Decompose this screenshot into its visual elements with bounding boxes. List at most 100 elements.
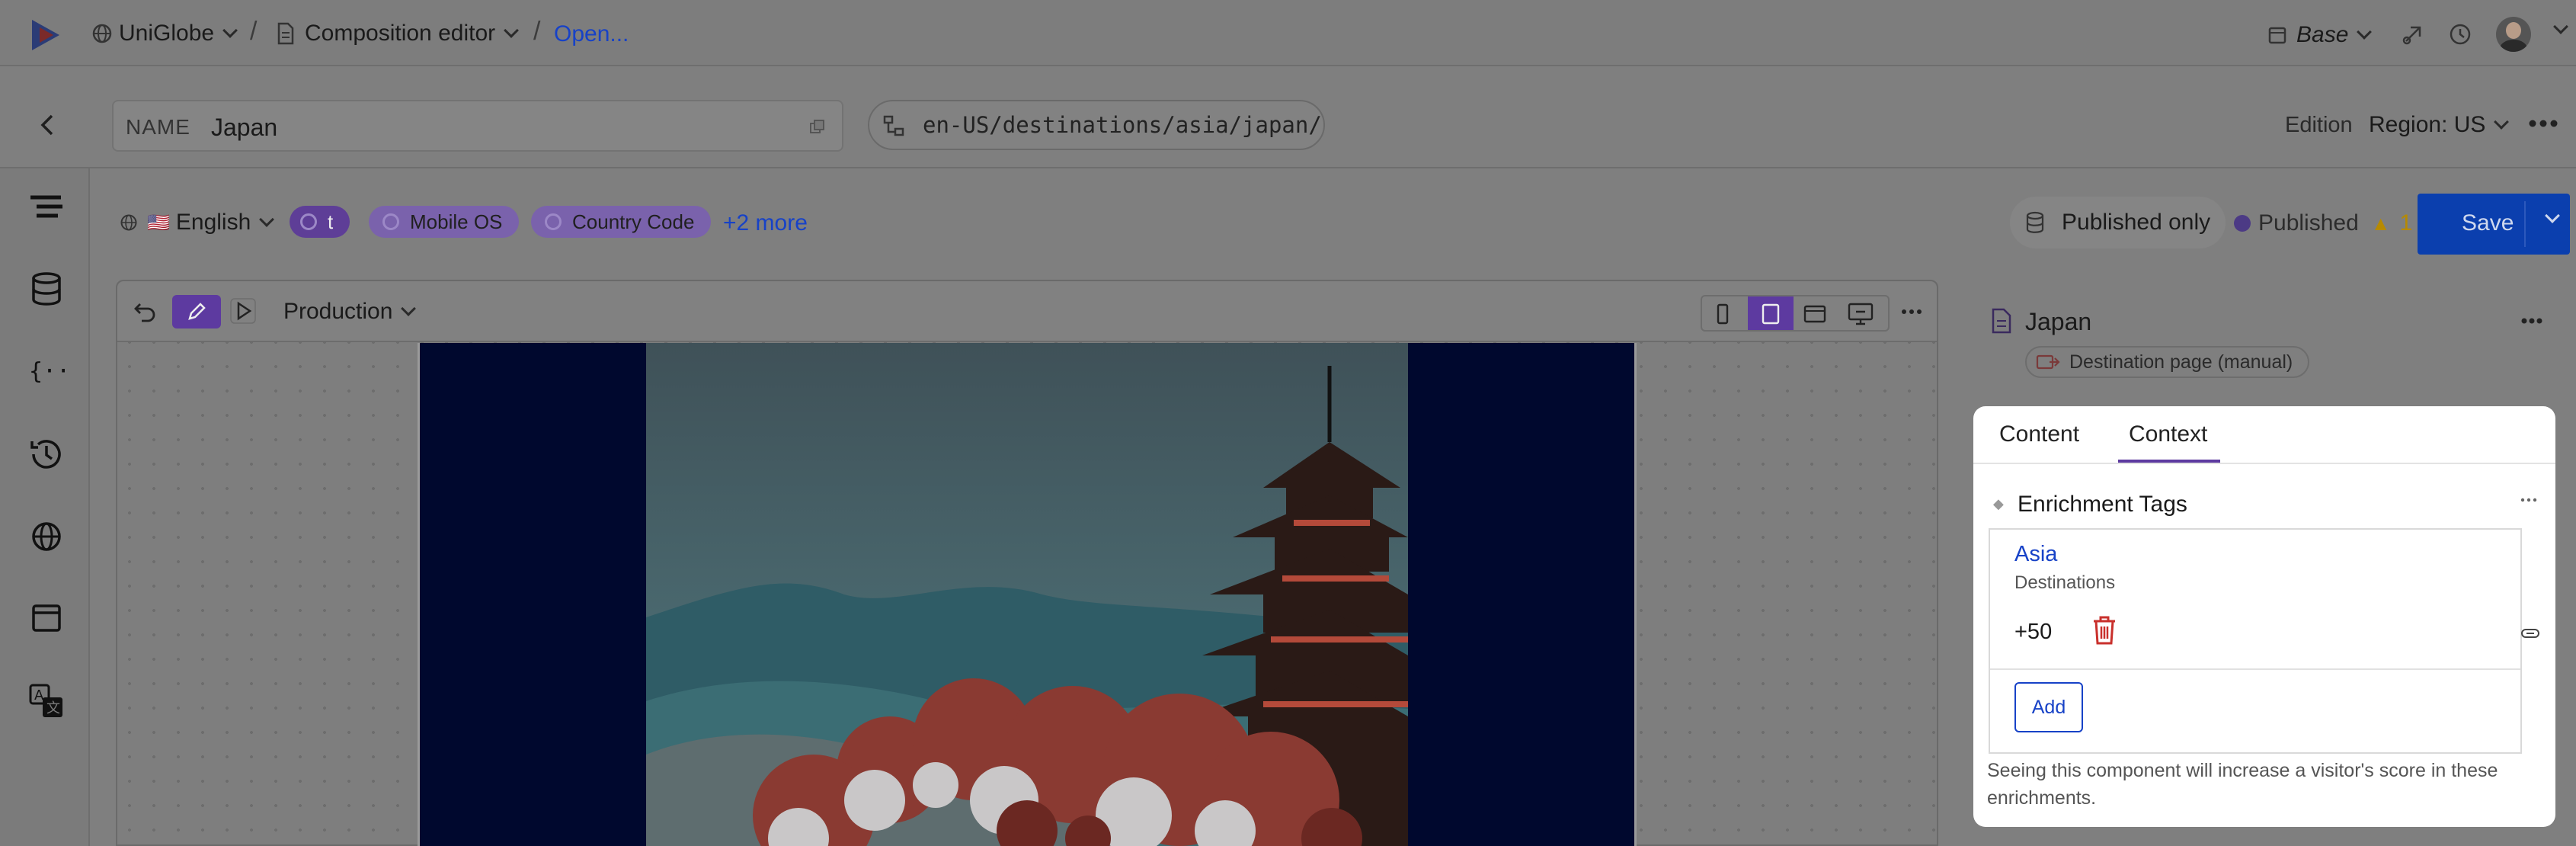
language-select[interactable]: 🇺🇸 English (120, 207, 275, 238)
region-value: Region: US (2369, 112, 2486, 137)
path-field[interactable]: en-US/destinations/asia/japan/ (868, 100, 1325, 150)
top-bar: UniGlobe / Composition editor / Open... … (0, 0, 2576, 66)
logo-icon[interactable] (27, 17, 64, 53)
save-button-group: Save (2418, 194, 2570, 255)
divider (1990, 668, 2520, 670)
page-type-badge: Destination page (manual) (2025, 346, 2310, 378)
trash-icon[interactable] (2089, 614, 2120, 647)
pill-label: t (328, 210, 334, 233)
history-icon[interactable] (2447, 21, 2473, 47)
more-pills-link[interactable]: +2 more (723, 210, 808, 236)
theme-name: Base (2296, 22, 2349, 47)
translate-icon[interactable]: A 文 (27, 682, 66, 720)
more-icon[interactable] (2528, 116, 2558, 131)
canvas-toolbar: Production (117, 281, 1937, 342)
region-select[interactable]: Region: US (2369, 111, 2510, 139)
clock-icon[interactable] (27, 435, 66, 473)
more-icon[interactable] (2520, 316, 2543, 326)
save-button[interactable]: Save (2462, 210, 2514, 236)
outline-icon[interactable] (27, 190, 66, 228)
enrichment-list: Asia Destinations +50 Add (1989, 528, 2522, 754)
chevron-down-icon (222, 23, 238, 38)
help-text-line-1: Seeing this component will increase a vi… (1987, 760, 2498, 781)
workspace-switcher[interactable]: UniGlobe (91, 18, 238, 49)
pagoda-photo (646, 343, 1408, 846)
published-filter[interactable]: Published only (2010, 197, 2226, 248)
desktop-icon[interactable] (1803, 303, 1827, 325)
criteria-icon (300, 213, 317, 230)
add-button-label: Add (2031, 696, 2066, 718)
chevron-down-icon (259, 212, 275, 227)
chevron-down-icon (401, 301, 417, 316)
criteria-pill-t[interactable]: t (290, 206, 350, 238)
theme-switcher[interactable]: Base (2267, 20, 2373, 50)
tree-icon (883, 115, 904, 136)
svg-text:文: 文 (46, 700, 60, 716)
chevron-down-icon[interactable] (2553, 19, 2568, 34)
name-label: NAME (126, 115, 190, 139)
open-link[interactable]: Open... (554, 21, 629, 47)
calendar-icon (2268, 27, 2286, 44)
tag-name[interactable]: Asia (2014, 542, 2057, 567)
name-field[interactable]: NAME Japan (112, 100, 843, 152)
language-name: English (175, 210, 251, 235)
database-icon[interactable] (27, 271, 66, 309)
drag-handle-icon[interactable]: ◆ (1993, 496, 2004, 512)
back-arrow-icon[interactable] (34, 111, 61, 139)
globe-icon (120, 214, 137, 231)
play-icon[interactable] (230, 298, 256, 324)
name-value: Japan (211, 114, 278, 141)
more-icon[interactable] (1900, 306, 1923, 318)
tablet-viewport-button[interactable] (1748, 296, 1794, 330)
tab-content[interactable]: Content (1999, 421, 2079, 447)
copy-icon[interactable] (808, 118, 827, 136)
edit-icon (188, 303, 206, 320)
workspace-name: UniGlobe (119, 21, 215, 46)
breadcrumb-separator: / (250, 17, 258, 46)
variables-icon[interactable]: {··} (27, 353, 66, 391)
tablet-icon (1762, 303, 1780, 325)
svg-text:{··}: {··} (29, 358, 66, 385)
web-icon[interactable] (27, 518, 66, 556)
context-panel: Content Context ◆ Enrichment Tags Asia D… (1973, 406, 2555, 827)
criteria-pill-mobile-os[interactable]: Mobile OS (369, 206, 520, 238)
avatar[interactable] (2496, 17, 2531, 52)
more-icon[interactable] (2520, 496, 2537, 504)
chevron-down-icon (504, 23, 520, 38)
section-switcher[interactable]: Composition editor (276, 18, 520, 49)
compare-icon[interactable] (2400, 21, 2426, 47)
save-options-chevron-icon[interactable] (2545, 208, 2560, 223)
pill-label: Mobile OS (410, 210, 503, 233)
link-icon[interactable] (2520, 627, 2540, 639)
document-icon (1992, 308, 2011, 334)
document-icon (277, 22, 294, 45)
divider (2524, 201, 2526, 247)
page-type-icon (2036, 354, 2060, 370)
help-text-line-2: enrichments. (1987, 787, 2097, 809)
wide-icon[interactable] (1847, 301, 1874, 327)
section-title: Enrichment Tags (2018, 492, 2187, 517)
globe-icon (92, 24, 112, 43)
breadcrumb-separator: / (533, 17, 541, 46)
status-label: Published (2258, 210, 2359, 236)
tag-score[interactable]: +50 (2014, 620, 2052, 645)
hero-image[interactable] (646, 343, 1408, 846)
edition-label: Edition (2285, 113, 2353, 137)
left-rail: {··} A 文 (0, 168, 90, 846)
criteria-icon (382, 213, 399, 230)
chevron-down-icon (2357, 24, 2373, 40)
tab-context[interactable]: Context (2129, 421, 2207, 447)
warning-icon: ▲ (2370, 211, 2391, 235)
add-button[interactable]: Add (2014, 682, 2083, 732)
environment-value: Production (283, 299, 393, 324)
criteria-pill-country-code[interactable]: Country Code (531, 206, 712, 238)
tag-category: Destinations (2014, 572, 2116, 593)
database-icon (2026, 211, 2044, 233)
undo-icon[interactable] (133, 298, 158, 324)
browser-icon[interactable] (27, 600, 66, 638)
mobile-icon[interactable] (1713, 303, 1733, 325)
environment-select[interactable]: Production (283, 296, 417, 327)
edit-mode-button[interactable] (172, 295, 221, 328)
flag: 🇺🇸 (147, 212, 170, 233)
publish-status: Published ▲ 1 (2234, 210, 2412, 236)
